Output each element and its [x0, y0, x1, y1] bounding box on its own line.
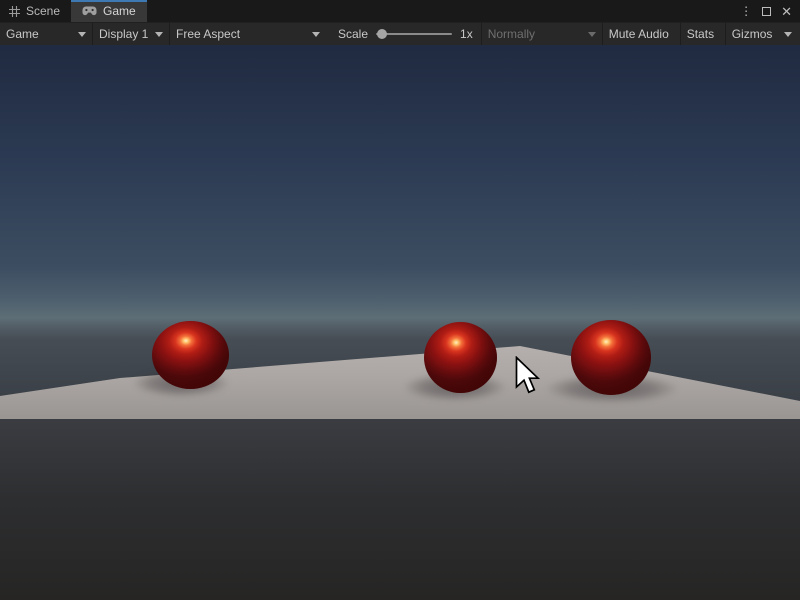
tab-bar: Scene Game ⋮ ✕ — [0, 0, 800, 22]
game-viewport[interactable] — [0, 45, 800, 600]
chevron-down-icon — [588, 32, 596, 37]
enter-play-mode-dropdown[interactable]: Normally — [482, 23, 602, 45]
chevron-down-icon — [784, 32, 792, 37]
stats-button[interactable]: Stats — [681, 23, 725, 45]
chevron-down-icon — [78, 32, 86, 37]
tab-game-label: Game — [103, 4, 136, 18]
chevron-down-icon — [312, 32, 320, 37]
game-mode-dropdown[interactable]: Game — [0, 23, 92, 45]
enter-play-mode-label: Normally — [488, 27, 535, 41]
scale-label: Scale — [338, 27, 368, 41]
gizmos-dropdown[interactable]: Gizmos — [726, 23, 800, 45]
mute-audio-label: Mute Audio — [609, 27, 669, 41]
game-mode-dropdown-label: Game — [6, 27, 39, 41]
scale-control: Scale 1x — [326, 23, 481, 45]
display-dropdown[interactable]: Display 1 — [93, 23, 169, 45]
scene-grid-icon — [9, 6, 20, 17]
mute-audio-button[interactable]: Mute Audio — [603, 23, 680, 45]
red-sphere-right — [571, 320, 651, 395]
tab-scene-label: Scene — [26, 4, 60, 18]
sky-gradient — [0, 45, 800, 600]
stats-label: Stats — [687, 27, 714, 41]
scale-slider[interactable] — [376, 27, 452, 41]
scale-value: 1x — [460, 27, 473, 41]
chevron-down-icon — [155, 32, 163, 37]
gamepad-icon — [82, 6, 97, 16]
scale-slider-knob[interactable] — [377, 29, 387, 39]
maximize-icon[interactable] — [762, 5, 771, 18]
unity-game-view-window: Scene Game ⋮ ✕ Game Display 1 — [0, 0, 800, 600]
display-dropdown-label: Display 1 — [99, 27, 148, 41]
gizmos-dropdown-label: Gizmos — [732, 27, 773, 41]
game-view-toolbar: Game Display 1 Free Aspect Scale 1x Norm… — [0, 22, 800, 45]
aspect-ratio-dropdown-label: Free Aspect — [176, 27, 240, 41]
tab-scene[interactable]: Scene — [0, 0, 71, 22]
window-controls: ⋮ ✕ — [740, 0, 792, 22]
close-icon[interactable]: ✕ — [781, 5, 792, 18]
maximize-box-glyph — [762, 7, 771, 16]
kebab-menu-icon[interactable]: ⋮ — [740, 5, 752, 17]
scale-slider-track[interactable] — [376, 33, 452, 35]
aspect-ratio-dropdown[interactable]: Free Aspect — [170, 23, 326, 45]
red-sphere-middle — [424, 322, 497, 393]
mouse-cursor-icon — [515, 356, 541, 398]
red-sphere-left — [152, 321, 229, 389]
tab-game[interactable]: Game — [71, 0, 147, 22]
